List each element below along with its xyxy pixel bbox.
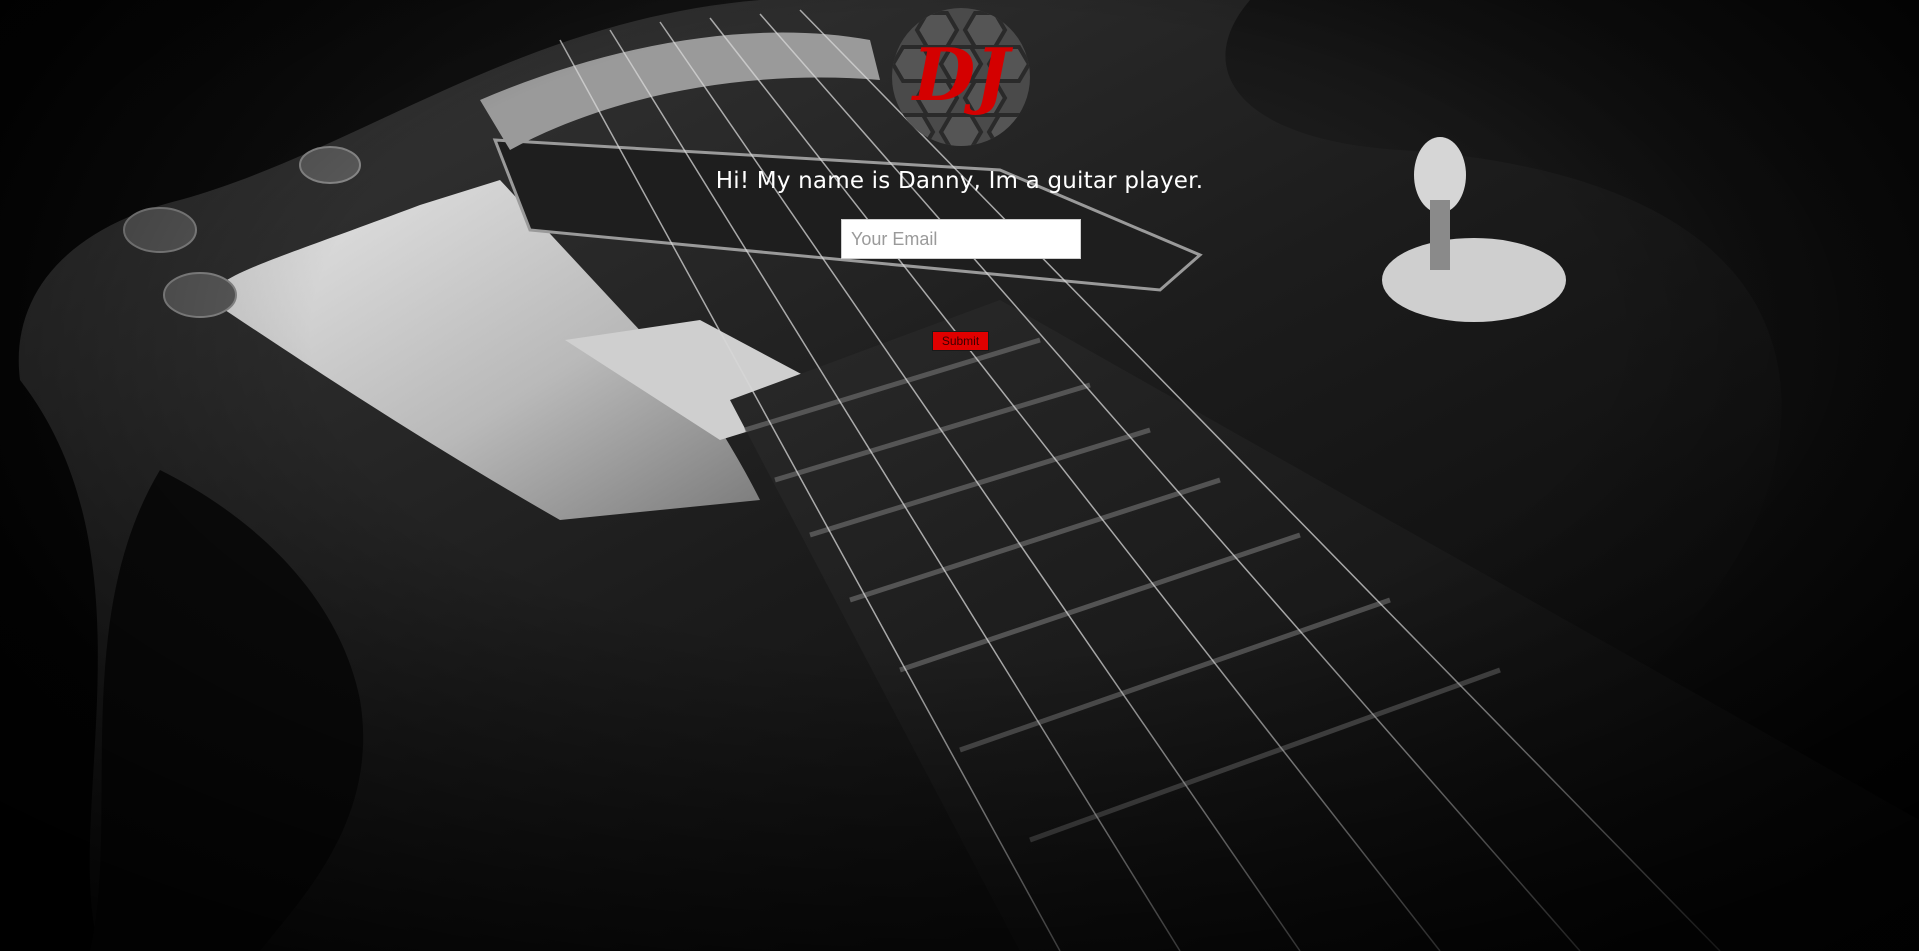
email-input[interactable] <box>841 219 1081 259</box>
landing-page: DJ Hi! My name is Danny, Im a guitar pla… <box>0 0 1919 951</box>
logo-text: DJ <box>911 32 1013 117</box>
page-headline: Hi! My name is Danny, Im a guitar player… <box>715 168 1204 194</box>
dj-logo-icon: DJ <box>892 8 1030 146</box>
submit-button[interactable]: Submit <box>932 331 989 351</box>
